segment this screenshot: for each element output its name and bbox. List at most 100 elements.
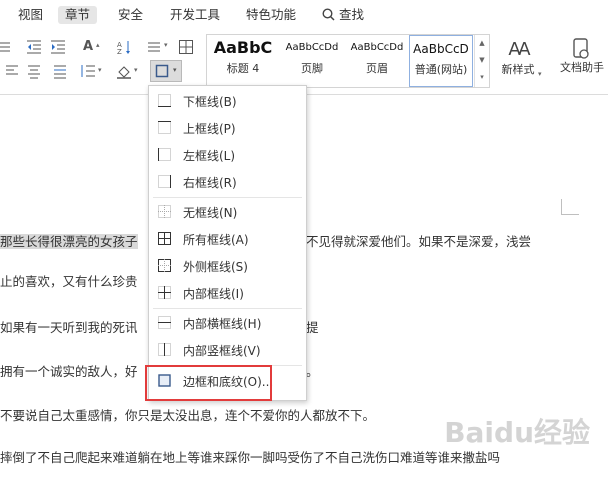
paragraph-line-1-rest: 不见得就深爱他们。如果不是深爱，浅尝 (306, 234, 532, 249)
change-case-dropdown-icon[interactable]: ▴ (96, 41, 100, 49)
shading-dropdown-icon[interactable]: ▾ (134, 66, 138, 74)
style-header[interactable]: AaBbCcDd 页眉 (345, 35, 409, 87)
new-style-button[interactable]: AA 新样式 (496, 38, 540, 78)
menu-item-inside-horizontal[interactable]: 内部横框线(H) (149, 311, 306, 337)
style-normal-web-preview: AaBbCcD (413, 42, 469, 56)
style-footer-label: 页脚 (301, 62, 323, 75)
tab-search-label: 查找 (338, 7, 364, 22)
paragraph-line-3: 如果有一天听到我的死讯 提 (0, 317, 319, 336)
line-spacing-icon[interactable] (146, 39, 162, 55)
paragraph-line-3-text: 如果有一天听到我的死讯 (0, 320, 138, 335)
decrease-indent-icon[interactable] (26, 39, 42, 55)
menu-item-inside-borders[interactable]: 内部框线(I) (149, 281, 306, 307)
menu-item-label: 内部框线(I) (183, 287, 244, 301)
border-inside-horizontal-icon (158, 316, 171, 329)
style-footer-preview: AaBbCcDd (285, 42, 339, 53)
style-footer[interactable]: AaBbCcDd 页脚 (279, 35, 345, 87)
selected-text: 那些长得很漂亮的女孩子 (0, 234, 138, 249)
menu-item-bottom-border[interactable]: 下框线(B) (149, 89, 306, 115)
border-left-icon (158, 148, 171, 161)
border-icon (155, 64, 169, 78)
document-assistant-button[interactable]: 文档助手 (556, 38, 608, 76)
document-assistant-label: 文档助手 (560, 61, 604, 74)
bullet-list-icon[interactable] (0, 39, 12, 55)
style-header-preview: AaBbCcDd (350, 42, 404, 53)
border-right-icon (158, 175, 171, 188)
border-none-icon (158, 205, 171, 218)
menu-separator (153, 308, 302, 309)
search-icon (322, 8, 335, 21)
gallery-up-icon[interactable]: ▲ (475, 35, 489, 52)
highlight-box (145, 365, 272, 401)
style-heading4[interactable]: AaBbC 标题 4 (207, 35, 279, 87)
new-style-icon: AA (508, 39, 530, 60)
menu-item-top-border[interactable]: 上框线(P) (149, 116, 306, 142)
menu-item-right-border[interactable]: 右框线(R) (149, 170, 306, 196)
menu-bar: 视图 章节 安全 开发工具 特色功能 查找 (0, 0, 608, 30)
style-normal-web[interactable]: AaBbCcD 普通(网站) (409, 35, 473, 87)
align-left-icon[interactable] (4, 63, 20, 79)
table-icon[interactable] (178, 39, 194, 55)
border-inside-vertical-icon (158, 343, 171, 356)
gallery-down-icon[interactable]: ▼ (475, 52, 489, 69)
tab-chapter[interactable]: 章节 (58, 6, 98, 24)
menu-item-left-border[interactable]: 左框线(L) (149, 143, 306, 169)
svg-text:Z: Z (117, 48, 122, 55)
style-heading4-label: 标题 4 (226, 62, 260, 75)
menu-separator (153, 197, 302, 198)
tab-search[interactable]: 查找 (322, 6, 364, 24)
border-button[interactable]: ▾ (150, 60, 182, 82)
menu-item-no-border[interactable]: 无框线(N) (149, 200, 306, 226)
paragraph-spacing-dropdown-icon[interactable]: ▾ (98, 66, 102, 74)
style-gallery-scroll[interactable]: ▲ ▼ ▾ (474, 35, 489, 87)
paragraph-line-4: 拥有一个诚实的敌人，好 。 (0, 361, 319, 380)
paragraph-line-4-rest: 。 (306, 364, 319, 379)
paragraph-spacing-icon[interactable] (80, 63, 96, 79)
sort-icon[interactable]: AZ (116, 39, 132, 55)
menu-item-all-borders[interactable]: 所有框线(A) (149, 227, 306, 253)
new-style-label: 新样式 (501, 63, 535, 76)
menu-item-label: 无框线(N) (183, 206, 238, 220)
menu-item-label: 所有框线(A) (183, 233, 249, 247)
new-style-dropdown-icon[interactable]: ▾ (538, 70, 542, 78)
border-outside-icon (158, 259, 171, 272)
menu-item-label: 上框线(P) (183, 122, 236, 136)
change-case-icon[interactable]: A (80, 39, 96, 55)
document-assistant-icon (573, 38, 589, 59)
menu-item-label: 内部竖框线(V) (183, 344, 261, 358)
paragraph-line-4-text: 拥有一个诚实的敌人，好 (0, 364, 138, 379)
tab-developer[interactable]: 开发工具 (170, 6, 220, 24)
tab-security[interactable]: 安全 (118, 6, 143, 24)
style-header-label: 页眉 (366, 62, 388, 75)
paragraph-line-3-rest: 提 (306, 320, 319, 335)
style-normal-web-label: 普通(网站) (414, 63, 468, 76)
menu-item-label: 内部横框线(H) (183, 317, 262, 331)
menu-item-inside-vertical[interactable]: 内部竖框线(V) (149, 338, 306, 364)
style-gallery: AaBbC 标题 4 AaBbCcDd 页脚 AaBbCcDd 页眉 AaBbC… (206, 34, 490, 88)
paragraph-line-1: 那些长得很漂亮的女孩子 不见得就深爱他们。如果不是深爱，浅尝 (0, 231, 531, 250)
style-heading4-preview: AaBbC (213, 38, 273, 57)
menu-item-label: 右框线(R) (183, 176, 237, 190)
align-center-icon[interactable] (26, 63, 42, 79)
border-all-icon (158, 232, 171, 245)
shading-fill-icon[interactable] (116, 63, 132, 79)
paragraph-line-5: 不要说自己太重感情，你只是太没出息，连个不爱你的人都放不下。 (0, 408, 376, 423)
line-spacing-dropdown-icon[interactable]: ▾ (164, 41, 168, 49)
increase-indent-icon[interactable] (50, 39, 66, 55)
menu-item-outside-borders[interactable]: 外侧框线(S) (149, 254, 306, 280)
paragraph-line-2: 止的喜欢，又有什么珍贵 (0, 274, 138, 289)
menu-item-label: 左框线(L) (183, 149, 236, 163)
menu-item-label: 外侧框线(S) (183, 260, 248, 274)
border-bottom-icon (158, 94, 171, 107)
gallery-more-icon[interactable]: ▾ (475, 69, 489, 86)
border-inside-icon (158, 286, 171, 299)
border-top-icon (158, 121, 171, 134)
menu-item-label: 下框线(B) (183, 95, 237, 109)
watermark: Baidu经验 (444, 416, 590, 449)
border-dropdown-menu: 下框线(B) 上框线(P) 左框线(L) 右框线(R) 无框线(N) 所有框线(… (148, 85, 307, 401)
tab-features[interactable]: 特色功能 (246, 6, 296, 24)
border-dropdown-icon: ▾ (173, 66, 177, 74)
distributed-align-icon[interactable] (52, 63, 68, 79)
paragraph-line-6: 摔倒了不自己爬起来难道躺在地上等谁来踩你一脚吗受伤了不自己洗伤口难道等谁来撒盐吗 (0, 450, 501, 465)
tab-view[interactable]: 视图 (18, 6, 43, 24)
